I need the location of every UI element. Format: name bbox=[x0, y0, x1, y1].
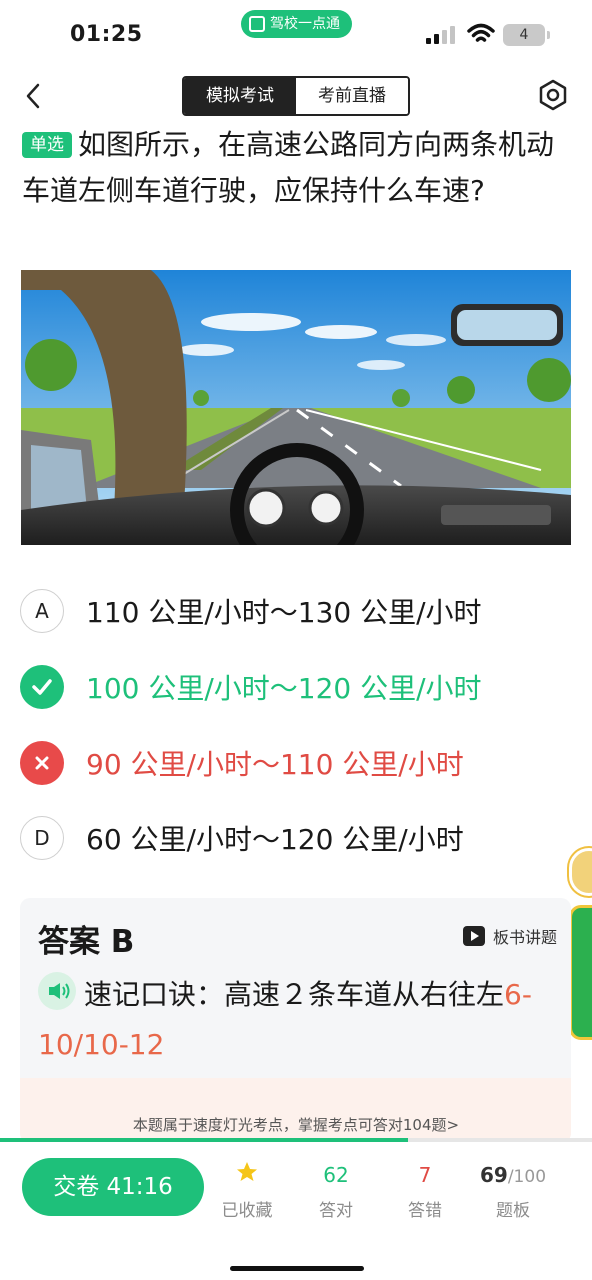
option-a[interactable]: A 110 公里/小时～130 公里/小时 bbox=[20, 586, 572, 636]
app-name: 驾校一点通 bbox=[270, 16, 340, 32]
chevron-left-icon[interactable] bbox=[20, 80, 50, 112]
gear-icon[interactable] bbox=[536, 78, 570, 112]
mode-tabs: 模拟考试 考前直播 bbox=[182, 76, 410, 116]
speaker-icon[interactable] bbox=[38, 972, 76, 1010]
answer-title: 答案 B bbox=[38, 924, 135, 960]
wrong-label: 答错 bbox=[408, 1201, 442, 1221]
board-explanation-link[interactable]: 板书讲题 bbox=[462, 924, 557, 948]
submit-exam-button[interactable]: 交卷 41:16 bbox=[22, 1158, 204, 1216]
correct-label: 答对 bbox=[319, 1201, 353, 1221]
battery-icon: 4 bbox=[503, 24, 550, 46]
bottom-bar: 交卷 41:16 已收藏 62 答对 7 答错 69/100 题板 bbox=[0, 1142, 592, 1280]
mnemonic-text-block: 速记口诀：高速２条车道从右往左6-10/10-12 bbox=[38, 970, 553, 1070]
mnemonic-text: 速记口诀：高速２条车道从右往左 bbox=[84, 978, 505, 1011]
wifi-icon bbox=[467, 23, 495, 42]
tab-live-broadcast[interactable]: 考前直播 bbox=[296, 78, 408, 114]
board-link-label: 板书讲题 bbox=[492, 928, 557, 947]
answer-card: 答案 B 板书讲题 速记口诀：高速２条车道从右往左6-10/10-12 bbox=[20, 898, 571, 1143]
check-icon bbox=[20, 665, 64, 709]
option-a-text: 110 公里/小时～130 公里/小时 bbox=[86, 596, 482, 629]
favorite-label: 已收藏 bbox=[221, 1201, 273, 1221]
home-indicator bbox=[230, 1266, 364, 1271]
option-a-marker: A bbox=[20, 589, 64, 633]
favorite-button[interactable]: 已收藏 bbox=[207, 1160, 287, 1221]
tab-mock-exam[interactable]: 模拟考试 bbox=[184, 78, 296, 114]
question-image bbox=[21, 270, 571, 545]
question-type-badge: 单选 bbox=[22, 132, 72, 158]
wrong-count: 7 bbox=[418, 1163, 432, 1187]
board-label: 题板 bbox=[496, 1201, 530, 1221]
option-d[interactable]: D 60 公里/小时～120 公里/小时 bbox=[20, 813, 572, 863]
question-text: 如图所示，在高速公路同方向两条机动车道左侧车道行驶，应保持什么车速? bbox=[22, 128, 555, 207]
wrong-count-stat[interactable]: 7 答错 bbox=[385, 1160, 465, 1221]
total-questions: /100 bbox=[507, 1167, 547, 1187]
hint-text[interactable]: 本题属于速度灯光考点，掌握考点可答对104题> bbox=[0, 1114, 592, 1135]
star-icon bbox=[207, 1160, 287, 1190]
correct-count: 62 bbox=[323, 1163, 349, 1187]
option-b-text: 100 公里/小时～120 公里/小时 bbox=[86, 672, 482, 705]
question-text-block: 单选 如图所示，在高速公路同方向两条机动车道左侧车道行驶，应保持什么车速? bbox=[22, 122, 572, 214]
correct-count-stat[interactable]: 62 答对 bbox=[296, 1160, 376, 1221]
assistant-avatar[interactable] bbox=[569, 848, 592, 896]
option-c[interactable]: 90 公里/小时～110 公里/小时 bbox=[20, 738, 572, 788]
status-bar: 01:25 驾校一点通 4 bbox=[0, 0, 592, 70]
cross-icon bbox=[20, 741, 64, 785]
app-indicator-pill[interactable]: 驾校一点通 bbox=[241, 10, 352, 38]
signal-icon bbox=[426, 26, 455, 44]
status-time: 01:25 bbox=[70, 22, 143, 47]
option-d-text: 60 公里/小时～120 公里/小时 bbox=[86, 823, 464, 856]
question-board-button[interactable]: 69/100 题板 bbox=[473, 1160, 553, 1221]
app-logo-icon bbox=[249, 16, 265, 32]
option-c-text: 90 公里/小时～110 公里/小时 bbox=[86, 748, 464, 781]
video-play-icon bbox=[462, 926, 485, 946]
assistant-side-tab[interactable] bbox=[569, 905, 592, 1040]
option-b[interactable]: 100 公里/小时～120 公里/小时 bbox=[20, 662, 572, 712]
option-d-marker: D bbox=[20, 816, 64, 860]
current-question-number: 69 bbox=[479, 1163, 508, 1187]
